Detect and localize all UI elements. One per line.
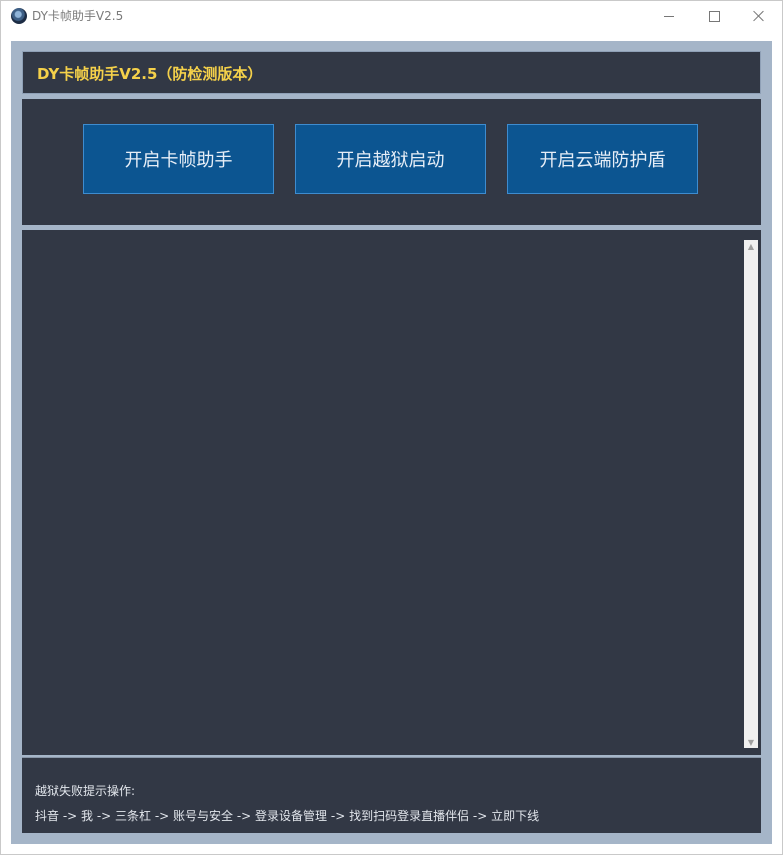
title-bar[interactable]: DY卡帧助手V2.5 bbox=[1, 1, 782, 31]
action-panel: 开启卡帧助手 开启越狱启动 开启云端防护盾 bbox=[22, 99, 761, 225]
log-output[interactable] bbox=[22, 230, 761, 755]
app-eye-icon bbox=[11, 8, 27, 24]
log-scrollbar[interactable]: ▲ ▼ bbox=[744, 240, 758, 748]
scroll-up-icon[interactable]: ▲ bbox=[744, 240, 758, 252]
header-panel: DY卡帧助手V2.5（防检测版本） bbox=[22, 51, 761, 94]
maximize-button[interactable] bbox=[691, 1, 737, 31]
hint-path: 抖音 -> 我 -> 三条杠 -> 账号与安全 -> 登录设备管理 -> 找到扫… bbox=[35, 809, 540, 823]
window-title: DY卡帧助手V2.5 bbox=[32, 9, 124, 23]
hint-panel: 越狱失败提示操作: 抖音 -> 我 -> 三条杠 -> 账号与安全 -> 登录设… bbox=[22, 757, 761, 833]
client-area: DY卡帧助手V2.5（防检测版本） 开启卡帧助手 开启越狱启动 开启云端防护盾 … bbox=[11, 41, 772, 844]
minimize-icon bbox=[664, 15, 674, 17]
app-heading: DY卡帧助手V2.5（防检测版本） bbox=[37, 65, 263, 83]
scroll-down-icon[interactable]: ▼ bbox=[744, 736, 758, 748]
app-window: DY卡帧助手V2.5 DY卡帧助手V2.5（防检测版本） 开启卡帧助手 开启越狱… bbox=[0, 0, 783, 855]
start-cloud-shield-button[interactable]: 开启云端防护盾 bbox=[507, 124, 698, 194]
hint-title: 越狱失败提示操作: bbox=[35, 784, 136, 798]
start-frame-helper-button[interactable]: 开启卡帧助手 bbox=[83, 124, 274, 194]
close-icon bbox=[753, 10, 765, 22]
close-button[interactable] bbox=[736, 1, 782, 31]
maximize-icon bbox=[708, 10, 720, 22]
log-panel: ▲ ▼ bbox=[22, 230, 761, 755]
minimize-button[interactable] bbox=[646, 1, 692, 31]
start-jailbreak-button[interactable]: 开启越狱启动 bbox=[295, 124, 486, 194]
